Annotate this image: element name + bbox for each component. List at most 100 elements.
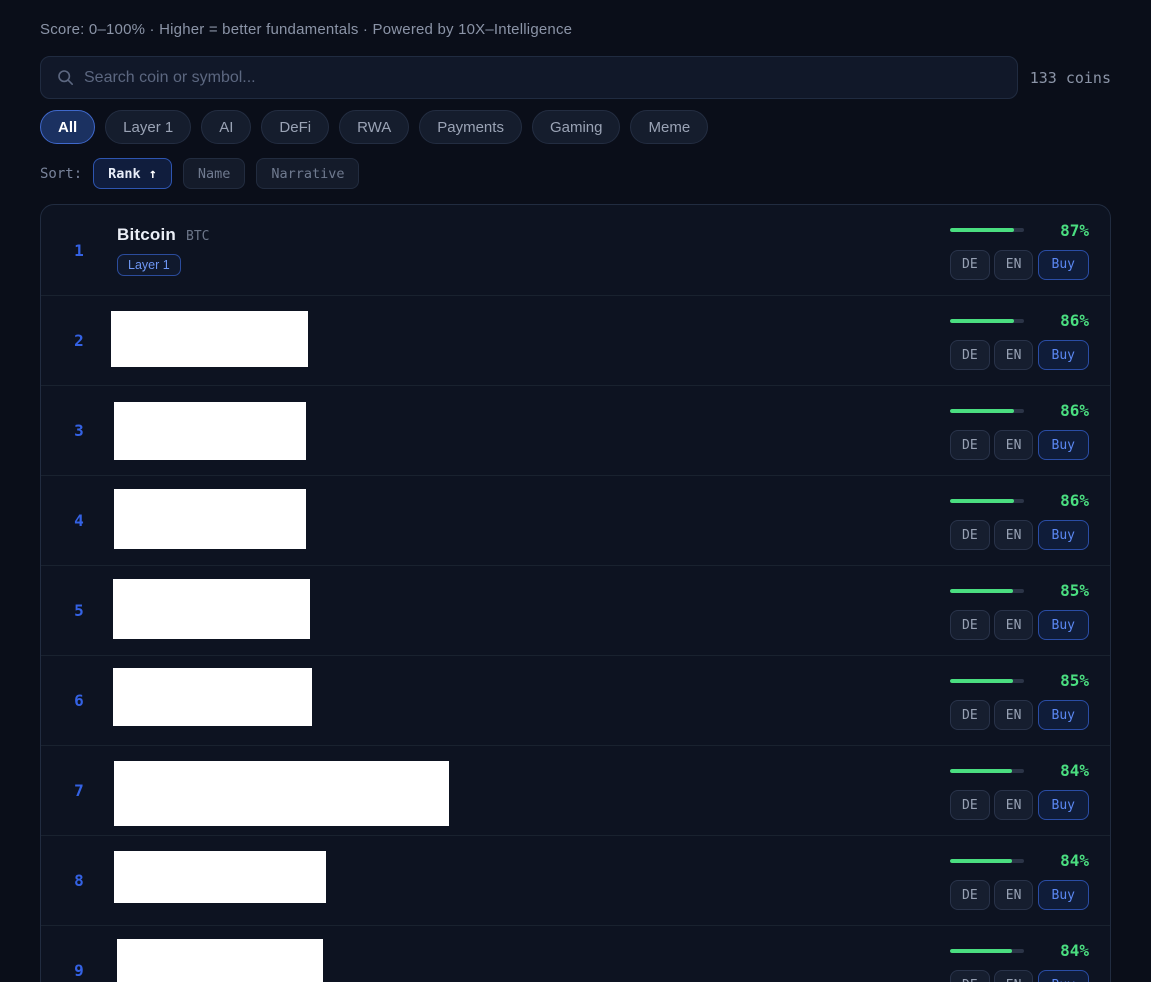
score-bar-fill bbox=[950, 409, 1014, 413]
buy-button[interactable]: Buy bbox=[1038, 700, 1089, 730]
score-line: 86% bbox=[950, 401, 1089, 420]
de-language-button[interactable]: DE bbox=[950, 250, 990, 280]
score-percent: 85% bbox=[1060, 671, 1089, 690]
coin-row: 5 85% DEENBuy bbox=[41, 565, 1110, 655]
filter-chip-rwa[interactable]: RWA bbox=[339, 110, 409, 144]
row-buttons: DEENBuy bbox=[950, 790, 1089, 820]
coin-score-actions: 86% DEENBuy bbox=[950, 401, 1089, 460]
redacted-coin-name bbox=[111, 311, 308, 367]
en-language-button[interactable]: EN bbox=[994, 880, 1034, 910]
score-bar-fill bbox=[950, 949, 1012, 953]
buy-button[interactable]: Buy bbox=[1038, 520, 1089, 550]
coin-rank: 8 bbox=[41, 871, 117, 890]
score-bar-track bbox=[950, 409, 1024, 413]
redacted-coin-name bbox=[113, 579, 310, 639]
de-language-button[interactable]: DE bbox=[950, 880, 990, 910]
coin-name-line: BitcoinBTC bbox=[117, 225, 210, 245]
de-language-button[interactable]: DE bbox=[950, 970, 990, 982]
redacted-coin-name bbox=[113, 668, 312, 726]
buy-button[interactable]: Buy bbox=[1038, 880, 1089, 910]
search-box[interactable] bbox=[40, 56, 1018, 99]
sort-button-narrative[interactable]: Narrative bbox=[256, 158, 359, 189]
coin-row: 3 86% DEENBuy bbox=[41, 385, 1110, 475]
en-language-button[interactable]: EN bbox=[994, 700, 1034, 730]
score-bar-fill bbox=[950, 228, 1014, 232]
coin-list: 1BitcoinBTCLayer 187%DEENBuy286%DEENBuy3… bbox=[40, 204, 1111, 982]
score-bar-fill bbox=[950, 589, 1013, 593]
sort-button-rank[interactable]: Rank↑ bbox=[93, 158, 172, 189]
score-percent: 86% bbox=[1060, 491, 1089, 510]
score-percent: 87% bbox=[1060, 221, 1089, 240]
en-language-button[interactable]: EN bbox=[994, 340, 1034, 370]
de-language-button[interactable]: DE bbox=[950, 430, 990, 460]
score-percent: 85% bbox=[1060, 581, 1089, 600]
search-icon bbox=[57, 69, 74, 86]
score-line: 86% bbox=[950, 311, 1089, 330]
row-buttons: DEENBuy bbox=[950, 880, 1089, 910]
filter-chip-defi[interactable]: DeFi bbox=[261, 110, 329, 144]
score-bar-track bbox=[950, 679, 1024, 683]
score-bar-track bbox=[950, 769, 1024, 773]
coin-row: 286%DEENBuy bbox=[41, 295, 1110, 385]
row-buttons: DE EN Buy bbox=[950, 970, 1089, 982]
sort-button-name[interactable]: Name bbox=[183, 158, 246, 189]
de-language-button[interactable]: DE bbox=[950, 790, 990, 820]
coin-score-actions: 85% DEENBuy bbox=[950, 671, 1089, 730]
score-bar-fill bbox=[950, 679, 1013, 683]
score-bar-track bbox=[950, 319, 1024, 323]
buy-button[interactable]: Buy bbox=[1038, 340, 1089, 370]
coin-info: BitcoinBTCLayer 1 bbox=[117, 225, 210, 276]
score-line: 85% bbox=[950, 581, 1089, 600]
redacted-coin-name bbox=[117, 939, 323, 982]
en-language-button[interactable]: EN bbox=[994, 610, 1034, 640]
redacted-coin-name bbox=[114, 402, 306, 460]
search-row: 133 coins bbox=[40, 56, 1111, 99]
coin-symbol: BTC bbox=[186, 229, 209, 244]
en-language-button[interactable]: EN bbox=[994, 250, 1034, 280]
buy-button[interactable]: Buy bbox=[1038, 970, 1089, 982]
de-language-button[interactable]: DE bbox=[950, 520, 990, 550]
filter-chip-meme[interactable]: Meme bbox=[630, 110, 708, 144]
de-language-button[interactable]: DE bbox=[950, 610, 990, 640]
score-bar-fill bbox=[950, 859, 1012, 863]
en-language-button[interactable]: EN bbox=[994, 430, 1034, 460]
coin-rank: 5 bbox=[41, 601, 117, 620]
coin-screener-page: Score: 0–100% · Higher = better fundamen… bbox=[40, 0, 1111, 982]
coin-rank: 4 bbox=[41, 511, 117, 530]
en-language-button[interactable]: EN bbox=[994, 970, 1034, 982]
buy-button[interactable]: Buy bbox=[1038, 430, 1089, 460]
score-bar-track bbox=[950, 499, 1024, 503]
coin-row: 1BitcoinBTCLayer 1 87% DEENBuy bbox=[41, 205, 1110, 295]
de-language-button[interactable]: DE bbox=[950, 700, 990, 730]
score-percent: 84% bbox=[1060, 941, 1089, 960]
score-line: 86% bbox=[950, 491, 1089, 510]
en-language-button[interactable]: EN bbox=[994, 790, 1034, 820]
filter-chip-payments[interactable]: Payments bbox=[419, 110, 522, 144]
coin-score-actions: 84%DEENBuy bbox=[950, 761, 1089, 820]
score-line: 87% bbox=[950, 221, 1089, 240]
sort-row: Sort: Rank↑NameNarrative bbox=[40, 158, 1111, 189]
redacted-coin-name bbox=[114, 761, 449, 826]
coin-score-actions: 86% DEENBuy bbox=[950, 311, 1089, 370]
buy-button[interactable]: Buy bbox=[1038, 790, 1089, 820]
coin-rank: 1 bbox=[41, 241, 117, 260]
filter-chip-ai[interactable]: AI bbox=[201, 110, 251, 144]
sort-options: Rank↑ Name Narrative bbox=[93, 158, 359, 189]
en-language-button[interactable]: EN bbox=[994, 520, 1034, 550]
score-percent: 84% bbox=[1060, 851, 1089, 870]
score-bar-track bbox=[950, 589, 1024, 593]
buy-button[interactable]: Buy bbox=[1038, 610, 1089, 640]
coin-rank: 3 bbox=[41, 421, 117, 440]
search-input[interactable] bbox=[84, 69, 1001, 87]
coin-rank: 7 bbox=[41, 781, 117, 800]
filter-chip-layer-1[interactable]: Layer 1 bbox=[105, 110, 191, 144]
filter-chip-gaming[interactable]: Gaming bbox=[532, 110, 621, 144]
score-bar-fill bbox=[950, 319, 1014, 323]
buy-button[interactable]: Buy bbox=[1038, 250, 1089, 280]
score-line: 84% bbox=[950, 851, 1089, 870]
de-language-button[interactable]: DE bbox=[950, 340, 990, 370]
coin-count: 133 coins bbox=[1030, 69, 1111, 87]
filter-chip-all[interactable]: All bbox=[40, 110, 95, 144]
coin-row: 4 86% DEENBuy bbox=[41, 475, 1110, 565]
coin-score-actions: 87% DEENBuy bbox=[950, 221, 1089, 280]
